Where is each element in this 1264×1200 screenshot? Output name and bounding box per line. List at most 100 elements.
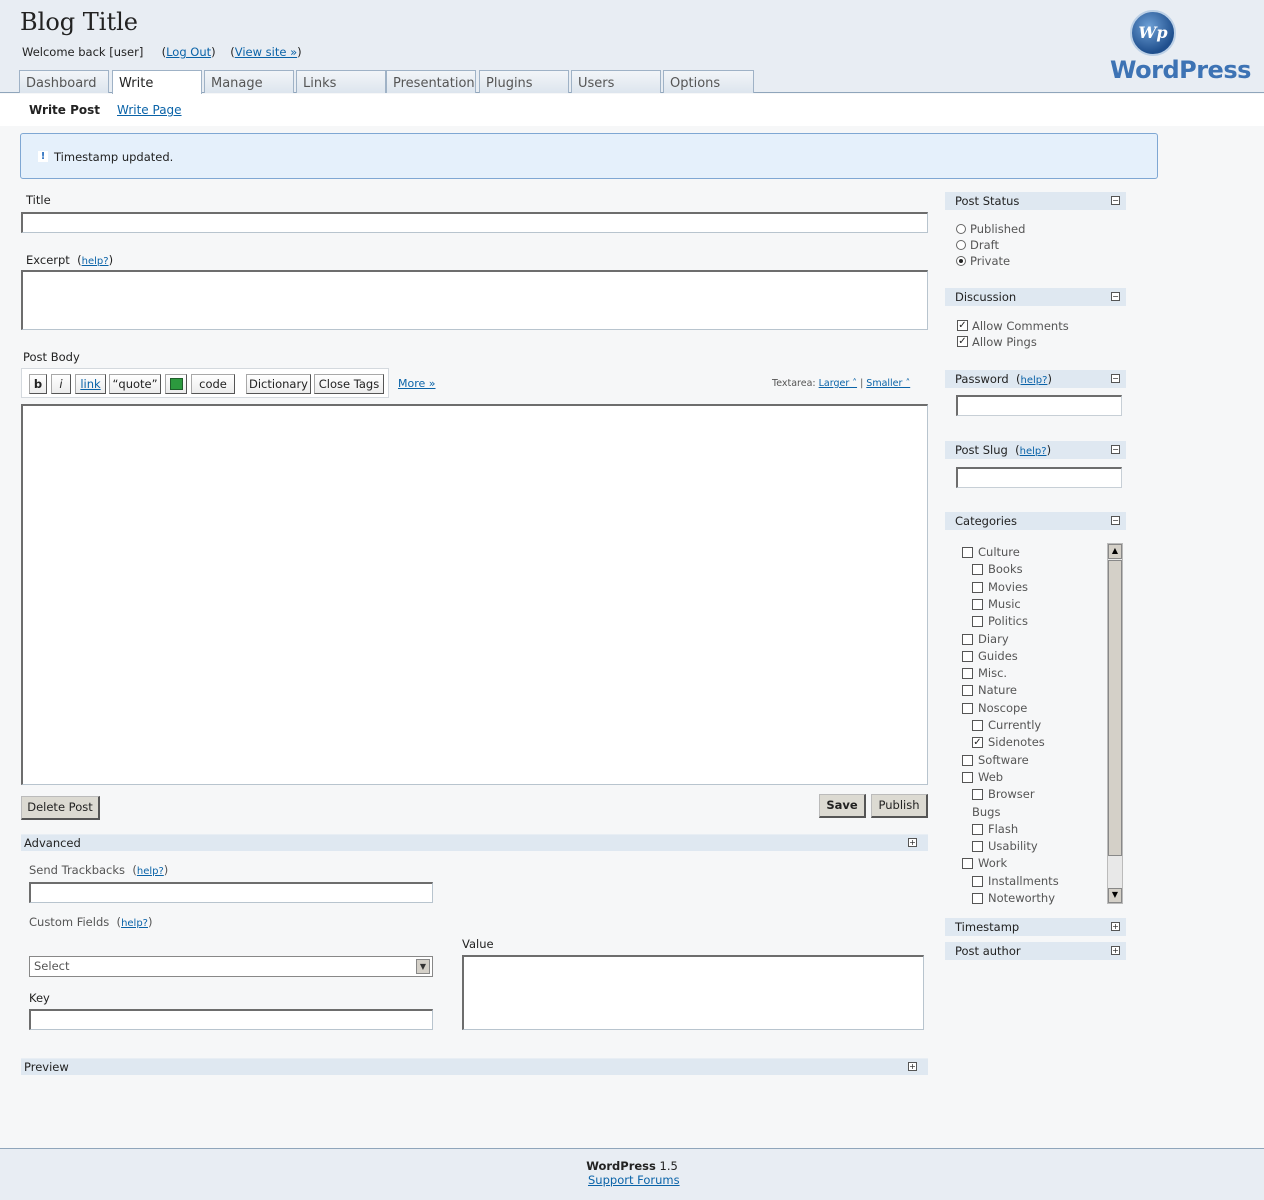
wordpress-logo[interactable]: Wp WordPress bbox=[1108, 8, 1253, 88]
category-checkbox[interactable] bbox=[962, 685, 973, 697]
tab-manage[interactable]: Manage bbox=[204, 70, 294, 93]
category-label: Politics bbox=[988, 614, 1028, 629]
scroll-up-icon[interactable]: ▲ bbox=[1108, 544, 1122, 559]
password-help-link[interactable]: help? bbox=[1021, 375, 1048, 386]
publish-button[interactable]: Publish bbox=[871, 794, 928, 818]
category-checkbox[interactable] bbox=[972, 789, 983, 801]
tab-options[interactable]: Options bbox=[663, 70, 754, 93]
category-checkbox[interactable] bbox=[962, 650, 973, 662]
category-label: Work bbox=[978, 856, 1008, 871]
discussion-header[interactable]: Discussion − bbox=[945, 288, 1126, 306]
category-checkbox[interactable] bbox=[962, 633, 973, 645]
textarea-larger-link[interactable]: Larger ˄ bbox=[819, 378, 857, 389]
tab-dashboard[interactable]: Dashboard bbox=[19, 70, 109, 93]
more-link[interactable]: More » bbox=[398, 377, 436, 390]
subnav-write-post[interactable]: Write Post bbox=[29, 103, 100, 117]
post-slug-help-link[interactable]: help? bbox=[1020, 446, 1047, 457]
expand-icon[interactable]: + bbox=[1111, 946, 1120, 955]
scroll-thumb[interactable] bbox=[1108, 560, 1122, 856]
post-author-header[interactable]: Post author + bbox=[945, 942, 1126, 960]
expand-icon[interactable]: + bbox=[1111, 922, 1120, 931]
expand-icon[interactable]: + bbox=[908, 838, 917, 847]
category-checkbox[interactable] bbox=[972, 598, 983, 610]
custom-field-value-textarea[interactable] bbox=[462, 955, 924, 1030]
category-label: Guides bbox=[978, 648, 1018, 663]
custom-field-key-input[interactable] bbox=[29, 1009, 433, 1030]
category-checkbox[interactable] bbox=[972, 875, 983, 887]
status-draft-radio[interactable] bbox=[956, 240, 966, 250]
admin-header: Blog Title Welcome back [user] (Log Out)… bbox=[0, 0, 1264, 94]
textarea-smaller-link[interactable]: Smaller ˄ bbox=[866, 378, 910, 389]
title-input[interactable] bbox=[21, 212, 928, 233]
tab-links[interactable]: Links bbox=[296, 70, 386, 93]
category-checkbox[interactable] bbox=[972, 720, 983, 731]
category-checkbox[interactable] bbox=[972, 581, 983, 593]
custom-field-select[interactable]: Select ▼ bbox=[29, 956, 433, 977]
bold-button[interactable]: b bbox=[29, 374, 47, 394]
tab-write[interactable]: Write bbox=[112, 70, 202, 94]
preview-section-header[interactable]: Preview + bbox=[21, 1058, 928, 1075]
save-button[interactable]: Save bbox=[819, 794, 866, 818]
view-site-link[interactable]: View site » bbox=[235, 45, 297, 59]
code-button[interactable]: code bbox=[191, 374, 235, 394]
close-tags-button[interactable]: Close Tags bbox=[314, 374, 384, 394]
category-checkbox[interactable] bbox=[962, 771, 973, 783]
category-checkbox[interactable] bbox=[962, 547, 973, 558]
subnav-write-page[interactable]: Write Page bbox=[117, 103, 182, 117]
category-checkbox[interactable] bbox=[972, 564, 983, 576]
excerpt-help-link[interactable]: help? bbox=[82, 256, 109, 267]
category-checkbox[interactable] bbox=[962, 754, 973, 766]
collapse-icon[interactable]: − bbox=[1111, 374, 1120, 383]
dictionary-button[interactable]: Dictionary bbox=[246, 374, 311, 394]
delete-post-button[interactable]: Delete Post bbox=[21, 796, 100, 820]
trackbacks-input[interactable] bbox=[29, 882, 433, 903]
category-checkbox[interactable] bbox=[962, 702, 973, 714]
post-body-label: Post Body bbox=[23, 350, 80, 364]
category-checkbox[interactable] bbox=[972, 841, 983, 853]
tab-label: Dashboard bbox=[26, 76, 97, 91]
expand-icon[interactable]: + bbox=[908, 1062, 917, 1071]
password-header[interactable]: Password (help?) − bbox=[945, 370, 1126, 388]
category-checkbox[interactable] bbox=[972, 893, 983, 904]
status-published-label: Published bbox=[970, 222, 1026, 236]
chevron-down-icon[interactable]: ▼ bbox=[416, 959, 430, 974]
category-checkbox[interactable] bbox=[972, 823, 983, 835]
category-checkbox[interactable]: ✓ bbox=[972, 737, 983, 749]
post-status-header[interactable]: Post Status − bbox=[945, 192, 1126, 210]
image-button[interactable] bbox=[165, 374, 187, 394]
status-private-radio[interactable] bbox=[956, 256, 966, 266]
allow-comments-checkbox[interactable]: ✓ bbox=[957, 320, 968, 331]
category-checkbox[interactable] bbox=[962, 858, 973, 870]
category-checkbox[interactable] bbox=[972, 616, 983, 628]
tab-presentation[interactable]: Presentation bbox=[386, 70, 476, 93]
categories-scrollbar[interactable]: ▲ ▼ bbox=[1107, 543, 1123, 904]
tab-label: Plugins bbox=[486, 76, 533, 91]
logout-link[interactable]: Log Out bbox=[166, 45, 211, 59]
trackbacks-help-link[interactable]: help? bbox=[137, 866, 164, 877]
password-input[interactable] bbox=[956, 395, 1122, 416]
category-label: Movies bbox=[988, 579, 1029, 594]
quote-button[interactable]: “quote” bbox=[109, 374, 161, 394]
tab-users[interactable]: Users bbox=[571, 70, 661, 93]
post-slug-header[interactable]: Post Slug (help?) − bbox=[945, 441, 1126, 459]
support-forums-link[interactable]: Support Forums bbox=[588, 1173, 680, 1187]
category-checkbox[interactable] bbox=[962, 668, 973, 680]
italic-button[interactable]: i bbox=[51, 374, 71, 394]
custom-fields-help-link[interactable]: help? bbox=[121, 918, 148, 929]
category-label: Misc. bbox=[978, 666, 1008, 681]
collapse-icon[interactable]: − bbox=[1111, 445, 1120, 454]
collapse-icon[interactable]: − bbox=[1111, 292, 1120, 301]
timestamp-header[interactable]: Timestamp + bbox=[945, 918, 1126, 936]
allow-pings-checkbox[interactable]: ✓ bbox=[957, 336, 968, 347]
post-body-textarea[interactable] bbox=[21, 404, 928, 785]
collapse-icon[interactable]: − bbox=[1111, 196, 1120, 205]
advanced-section-header[interactable]: Advanced + bbox=[21, 834, 928, 851]
link-button[interactable]: link bbox=[75, 374, 106, 394]
collapse-icon[interactable]: − bbox=[1111, 516, 1120, 525]
excerpt-textarea[interactable] bbox=[21, 270, 928, 330]
tab-plugins[interactable]: Plugins bbox=[479, 70, 569, 93]
status-published-radio[interactable] bbox=[956, 224, 966, 234]
scroll-down-icon[interactable]: ▼ bbox=[1108, 888, 1122, 903]
post-slug-input[interactable] bbox=[956, 467, 1122, 488]
categories-header[interactable]: Categories − bbox=[945, 512, 1126, 530]
